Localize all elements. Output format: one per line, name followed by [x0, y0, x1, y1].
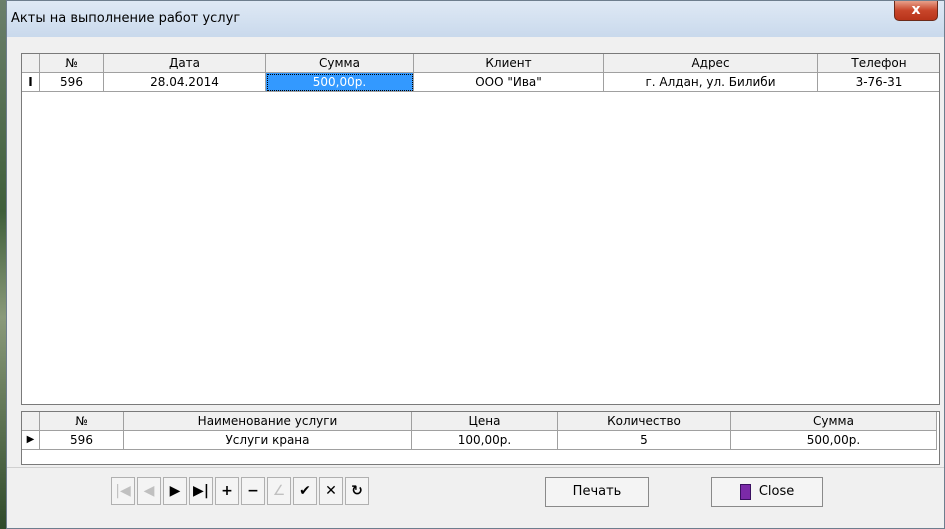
refresh-icon: ↻ [351, 483, 363, 499]
acts-col-date[interactable]: Дата [104, 54, 266, 73]
nav-cancel-button[interactable]: ✕ [319, 477, 343, 505]
prior-record-icon: ◀ [143, 483, 155, 499]
window-close-button[interactable]: x [894, 1, 938, 21]
acts-col-address[interactable]: Адрес [604, 54, 818, 73]
services-cell-sum[interactable]: 500,00р. [731, 431, 937, 450]
services-cell-qty[interactable]: 5 [558, 431, 731, 450]
table-row[interactable]: ▶ 596 Услуги крана 100,00р. 5 500,00р. [22, 431, 937, 450]
nav-prior-button[interactable]: ◀ [137, 477, 161, 505]
db-navigator: |◀ ◀ ▶ ▶| + − ∠ ✔ ✕ ↻ [111, 477, 369, 507]
acts-header-row: № Дата Сумма Клиент Адрес Телефон [22, 54, 939, 73]
close-icon: x [911, 2, 921, 18]
nav-delete-button[interactable]: − [241, 477, 265, 505]
nav-next-button[interactable]: ▶ [163, 477, 187, 505]
services-cell-num[interactable]: 596 [40, 431, 124, 450]
cross-icon: ✕ [325, 483, 337, 499]
acts-cell-client[interactable]: ООО "Ива" [414, 73, 604, 92]
door-exit-icon [739, 483, 751, 500]
acts-cell-phone[interactable]: 3-76-31 [818, 73, 939, 92]
close-button[interactable]: Close [711, 477, 823, 507]
plus-icon: + [221, 483, 233, 499]
current-row-arrow-icon: ▶ [22, 431, 40, 450]
acts-cell-num[interactable]: 596 [40, 73, 104, 92]
acts-window: Акты на выполнение работ услуг x № Дата … [6, 0, 945, 529]
title-bar: Акты на выполнение работ услуг x [7, 1, 944, 37]
services-col-sum[interactable]: Сумма [731, 412, 937, 431]
acts-col-sum[interactable]: Сумма [266, 54, 414, 73]
services-col-price[interactable]: Цена [412, 412, 558, 431]
checkmark-icon: ✔ [299, 483, 311, 499]
next-record-icon: ▶ [169, 483, 181, 499]
acts-grid[interactable]: № Дата Сумма Клиент Адрес Телефон I 596 … [21, 53, 940, 405]
services-col-name[interactable]: Наименование услуги [124, 412, 412, 431]
nav-refresh-button[interactable]: ↻ [345, 477, 369, 505]
acts-col-num[interactable]: № [40, 54, 104, 73]
services-cell-name[interactable]: Услуги крана [124, 431, 412, 450]
close-button-label: Close [758, 484, 795, 499]
acts-col-client[interactable]: Клиент [414, 54, 604, 73]
services-grid[interactable]: № Наименование услуги Цена Количество Су… [21, 411, 940, 465]
edit-icon: ∠ [272, 483, 286, 499]
row-indicator-icon: I [22, 73, 40, 92]
acts-cell-date[interactable]: 28.04.2014 [104, 73, 266, 92]
last-record-icon: ▶| [193, 483, 209, 499]
acts-indicator-header [22, 54, 40, 73]
services-header-row: № Наименование услуги Цена Количество Су… [22, 412, 937, 431]
first-record-icon: |◀ [115, 483, 131, 499]
nav-last-button[interactable]: ▶| [189, 477, 213, 505]
nav-insert-button[interactable]: + [215, 477, 239, 505]
nav-edit-button[interactable]: ∠ [267, 477, 291, 505]
acts-cell-sum[interactable]: 500,00р. [266, 73, 414, 92]
print-button[interactable]: Печать [545, 477, 649, 507]
acts-cell-address[interactable]: г. Алдан, ул. Билиби [604, 73, 818, 92]
table-row[interactable]: I 596 28.04.2014 500,00р. ООО "Ива" г. А… [22, 73, 939, 92]
minus-icon: − [247, 483, 259, 499]
services-col-num[interactable]: № [40, 412, 124, 431]
services-indicator-header [22, 412, 40, 431]
services-col-qty[interactable]: Количество [558, 412, 731, 431]
nav-post-button[interactable]: ✔ [293, 477, 317, 505]
acts-col-phone[interactable]: Телефон [818, 54, 939, 73]
window-title: Акты на выполнение работ услуг [11, 11, 241, 26]
nav-first-button[interactable]: |◀ [111, 477, 135, 505]
services-cell-price[interactable]: 100,00р. [412, 431, 558, 450]
print-button-label: Печать [572, 484, 622, 499]
